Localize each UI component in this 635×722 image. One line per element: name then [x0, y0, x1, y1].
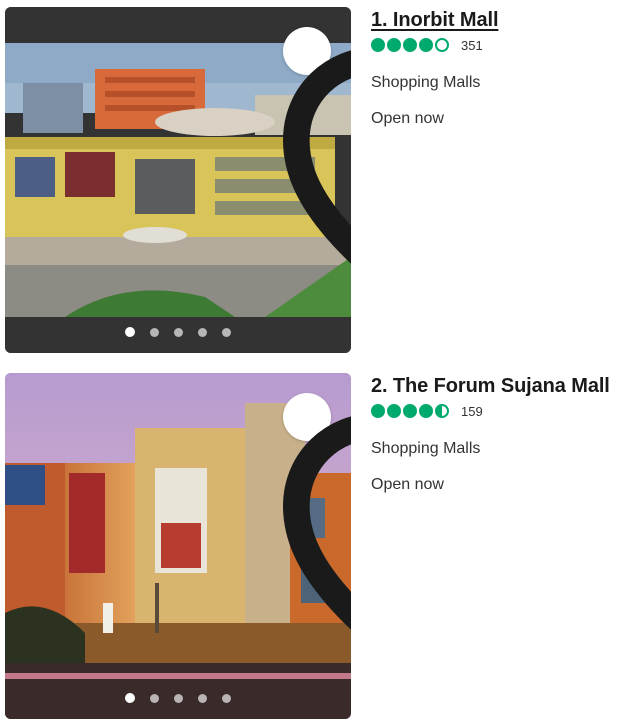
rating-bubble-icon: [387, 404, 401, 418]
listing-info: 2. The Forum Sujana Mall 159 Shopping Ma…: [371, 373, 633, 495]
open-status: Open now: [371, 476, 444, 493]
carousel-dot[interactable]: [150, 693, 159, 703]
listing-photo[interactable]: [5, 7, 351, 353]
carousel-dots: [5, 693, 351, 703]
carousel-dot[interactable]: [222, 327, 231, 337]
carousel-dot[interactable]: [222, 693, 231, 703]
carousel-dot[interactable]: [198, 327, 207, 337]
carousel-dot[interactable]: [150, 327, 159, 337]
carousel-dot[interactable]: [198, 693, 207, 703]
rating-bubble-icon: [419, 38, 433, 52]
review-count[interactable]: 351: [461, 38, 483, 53]
carousel-dot[interactable]: [125, 327, 135, 337]
rating: 351: [371, 35, 633, 55]
open-status: Open now: [371, 110, 444, 127]
rating-bubble-icon: [435, 404, 449, 418]
listing-title-link[interactable]: 2. The Forum Sujana Mall: [371, 373, 633, 399]
listing-card[interactable]: 1. Inorbit Mall 351 Shopping Malls Open …: [5, 7, 630, 353]
carousel-dot[interactable]: [174, 327, 183, 337]
listing-photo[interactable]: [5, 373, 351, 719]
listing-category: Shopping Malls: [371, 74, 481, 91]
carousel-dot[interactable]: [125, 693, 135, 703]
save-button[interactable]: [283, 27, 351, 264]
rating-bubble-icon: [387, 38, 401, 52]
rating-bubble-icon: [419, 404, 433, 418]
listing-category: Shopping Malls: [371, 440, 481, 457]
review-count[interactable]: 159: [461, 404, 483, 419]
rating-bubble-icon: [403, 38, 417, 52]
rating: 159: [371, 401, 633, 421]
listing-title-link[interactable]: 1. Inorbit Mall: [371, 7, 633, 33]
heart-outline-icon: [283, 416, 351, 630]
rating-bubble-icon: [435, 38, 449, 52]
rating-bubble-icon: [403, 404, 417, 418]
rating-bubbles: [371, 404, 449, 418]
rating-bubbles: [371, 38, 449, 52]
rating-bubble-icon: [371, 404, 385, 418]
carousel-dot[interactable]: [174, 693, 183, 703]
rating-bubble-icon: [371, 38, 385, 52]
carousel-dots: [5, 327, 351, 337]
save-button[interactable]: [283, 393, 351, 630]
listing-card[interactable]: 2. The Forum Sujana Mall 159 Shopping Ma…: [5, 373, 630, 719]
listing-info: 1. Inorbit Mall 351 Shopping Malls Open …: [371, 7, 633, 129]
heart-outline-icon: [283, 50, 351, 264]
